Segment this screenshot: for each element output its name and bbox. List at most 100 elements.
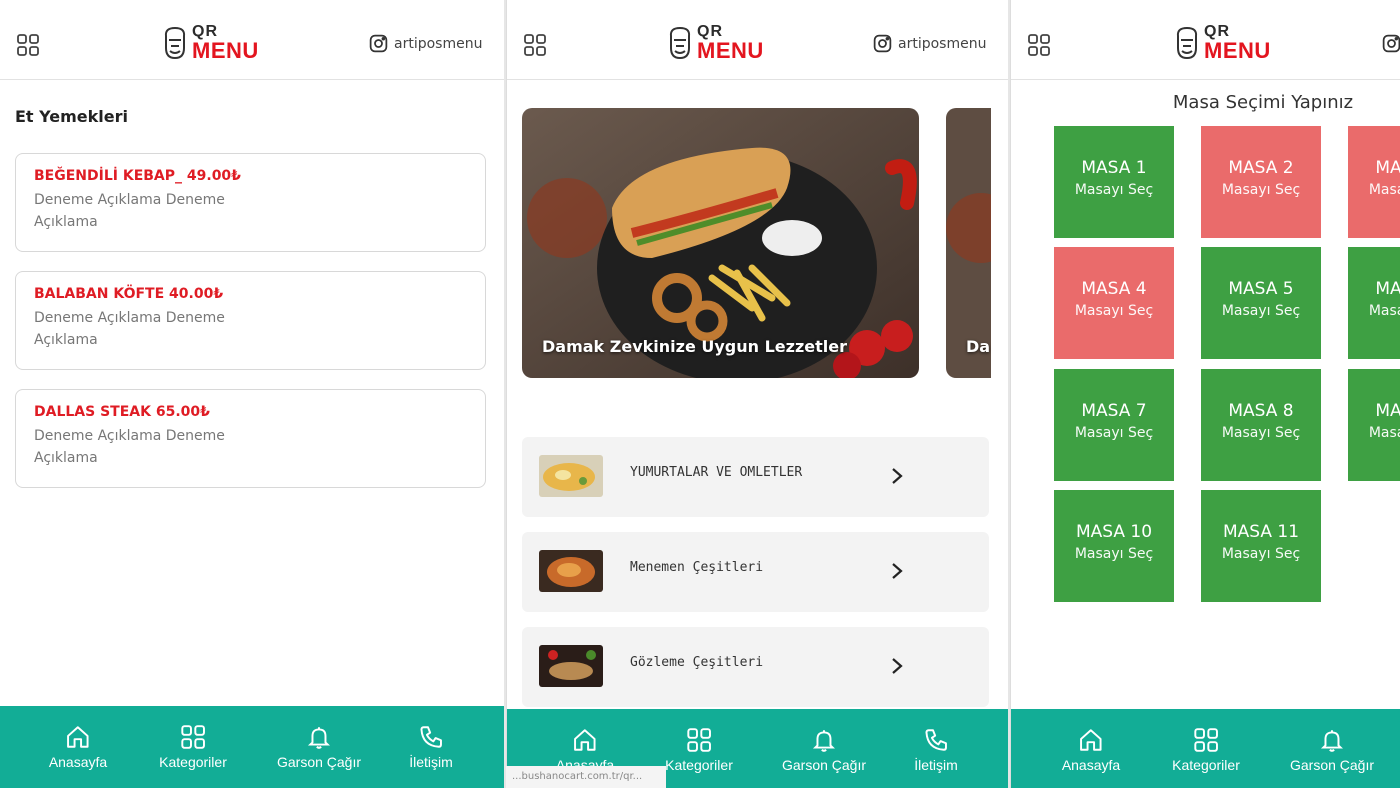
nav-categories[interactable]: Kategoriler [159,724,227,770]
bell-icon [1320,730,1344,752]
header: QR MENU [1011,0,1400,80]
table-tile[interactable]: MASA 1 Masayı Seç [1054,126,1174,238]
menu-item-description: Deneme Açıklama Deneme Açıklama [34,428,225,466]
chevron-right-icon [892,658,903,674]
table-name: MASA 9 [1375,401,1400,421]
section-title: Et Yemekleri [15,107,128,126]
slide-caption: Da [966,337,991,356]
logo-menu-text: MENU [697,38,764,63]
category-row[interactable]: Menemen Çeşitleri [522,532,989,612]
table-select-action: Masayı Seç [1368,182,1400,198]
table-select-action: Masayı Seç [1221,546,1301,562]
nav-categories-label: Kategoriler [1172,757,1240,773]
logo[interactable]: QR MENU [162,24,259,62]
category-row[interactable]: Gözleme Çeşitleri [522,627,989,707]
instagram-link[interactable]: artiposmenu [368,33,482,54]
panel-category-items: QR MENU artiposmenu Et Yemekleri BEĞENDİL… [0,0,504,788]
hero-slide-next[interactable]: Da [946,108,991,378]
menu-item-card[interactable]: DALLAS STEAK 65.00₺ Deneme Açıklama Dene… [15,389,486,488]
bottom-nav: Anasayfa Kategoriler Garson Çağır [1011,709,1400,788]
table-select-action: Masayı Seç [1221,182,1301,198]
menemen-image [539,550,603,592]
chevron-right-icon [892,563,903,579]
grid-menu-icon[interactable] [1027,33,1051,57]
table-tile[interactable]: MASA 4 Masayı Seç [1054,247,1174,359]
menu-item-title: BEĞENDİLİ KEBAP_ 49.00₺ [34,168,241,184]
table-tile[interactable]: MASA 2 Masayı Seç [1201,126,1321,238]
category-label: Gözleme Çeşitleri [630,655,764,670]
instagram-icon [1382,34,1400,53]
nav-waiter-label: Garson Çağır [1289,757,1375,773]
table-name: MASA 10 [1075,522,1153,542]
nav-categories[interactable]: Kategoriler [1172,727,1240,773]
nav-waiter[interactable]: Garson Çağır [1290,727,1374,773]
table-tile[interactable]: MASA 5 Masayı Seç [1201,247,1321,359]
menu-item-description: Deneme Açıklama Deneme Açıklama [34,310,225,348]
chevron-right-icon [892,468,903,484]
instagram-icon [873,34,892,53]
category-label: YUMURTALAR VE OMLETLER [630,465,803,480]
nav-contact-label: İletişim [409,754,453,770]
nav-waiter[interactable]: Garson Çağır [782,727,866,773]
table-select-title: Masa Seçimi Yapınız [1172,92,1354,113]
nav-contact-label: İletişim [914,757,958,773]
table-name: MASA 4 [1081,279,1147,299]
menu-item-title: DALLAS STEAK 65.00₺ [34,404,210,420]
instagram-handle: artiposmenu [898,35,987,52]
category-thumbnail [539,550,603,592]
bell-icon [812,730,836,752]
nav-home[interactable]: Anasayfa [49,724,107,770]
table-tile[interactable]: MASA 6 Masayı Seç [1348,247,1400,359]
nav-home[interactable]: Anasayfa [1062,727,1120,773]
home-icon [1080,729,1102,751]
table-select-action: Masayı Seç [1368,303,1400,319]
chef-logo-icon [1176,26,1198,60]
bell-icon [307,727,331,749]
nav-waiter[interactable]: Garson Çağır [277,724,361,770]
table-tile[interactable]: MASA 11 Masayı Seç [1201,490,1321,602]
logo[interactable]: QR MENU [1174,24,1271,62]
chef-logo-icon [164,26,186,60]
slide-caption: Damak Zevkinize Uygun Lezzetler [542,337,847,356]
table-select-action: Masayı Seç [1074,425,1154,441]
nav-contact[interactable]: İletişim [914,727,958,773]
grid-menu-icon[interactable] [16,33,40,57]
instagram-handle: artiposmenu [394,35,483,52]
table-name: MASA 3 [1375,158,1400,178]
gozleme-image [539,645,603,687]
table-name: MASA 2 [1228,158,1294,178]
hero-slide[interactable]: Damak Zevkinize Uygun Lezzetler [522,108,919,378]
menu-item-title: BALABAN KÖFTE 40.00₺ [34,286,224,302]
table-name: MASA 8 [1228,401,1294,421]
table-tile[interactable]: MASA 10 Masayı Seç [1054,490,1174,602]
logo[interactable]: QR MENU [667,24,764,62]
table-select-action: Masayı Seç [1221,303,1301,319]
instagram-link[interactable]: artiposmenu [872,33,986,54]
nav-categories-label: Kategoriler [665,757,733,773]
table-tile[interactable]: MASA 7 Masayı Seç [1054,369,1174,481]
nav-categories[interactable]: Kategoriler [665,727,733,773]
instagram-link[interactable] [1381,33,1400,54]
table-select-action: Masayı Seç [1074,303,1154,319]
home-icon [574,729,596,751]
omelette-image [539,455,603,497]
table-tile[interactable]: MASA 8 Masayı Seç [1201,369,1321,481]
table-tile[interactable]: MASA 9 Masayı Seç [1348,369,1400,481]
header: QR MENU artiposmenu [507,0,1008,80]
instagram-icon [369,34,388,53]
table-name: MASA 6 [1375,279,1400,299]
nav-home-label: Anasayfa [48,754,108,770]
nav-contact[interactable]: İletişim [409,724,453,770]
header: QR MENU artiposmenu [0,0,504,80]
category-row[interactable]: YUMURTALAR VE OMLETLER [522,437,989,517]
menu-item-description: Deneme Açıklama Deneme Açıklama [34,192,225,230]
menu-item-card[interactable]: BEĞENDİLİ KEBAP_ 49.00₺ Deneme Açıklama … [15,153,486,252]
logo-menu-text: MENU [192,38,259,63]
menu-item-card[interactable]: BALABAN KÖFTE 40.00₺ Deneme Açıklama Den… [15,271,486,370]
table-name: MASA 11 [1222,522,1300,542]
phone-icon [420,726,442,748]
table-tile[interactable]: MASA 3 Masayı Seç [1348,126,1400,238]
grid-menu-icon[interactable] [523,33,547,57]
nav-home-label: Anasayfa [1061,757,1121,773]
grid-icon [1194,728,1218,752]
